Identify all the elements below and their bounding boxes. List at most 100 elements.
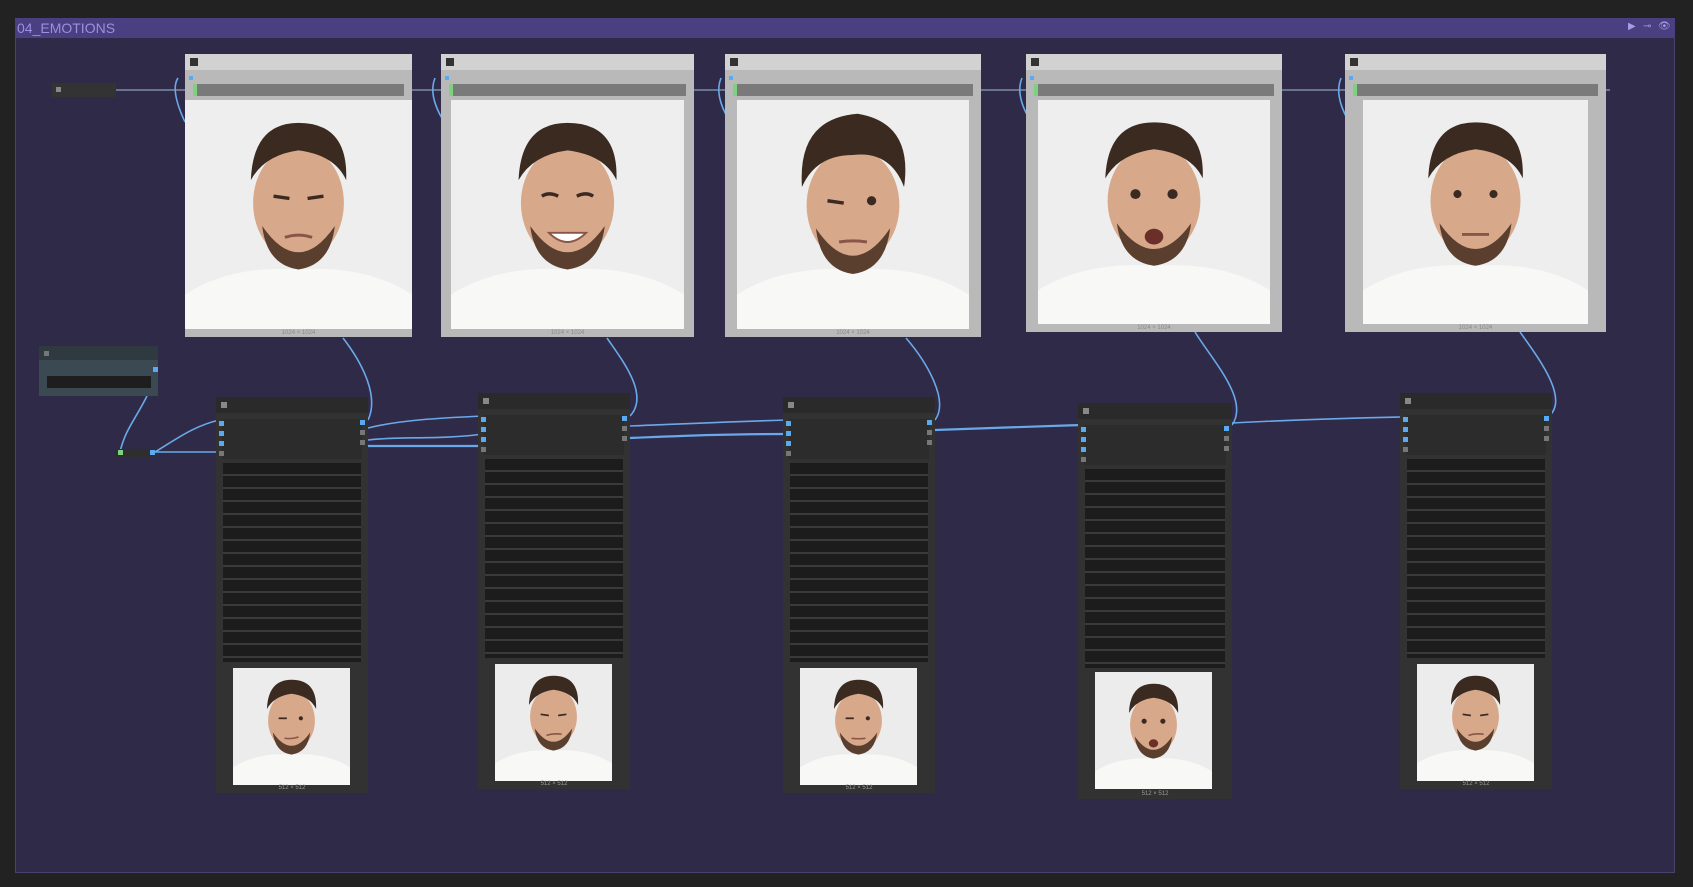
output-slot-icon[interactable] <box>1544 436 1549 441</box>
input-slot-icon[interactable] <box>189 76 193 80</box>
image-input-field[interactable] <box>733 84 973 96</box>
output-slot-icon[interactable] <box>1544 416 1549 421</box>
process-node[interactable]: 512 × 512 <box>478 393 630 789</box>
image-size-label: 1024 × 1024 <box>550 330 585 336</box>
image-input-field[interactable] <box>1353 84 1598 96</box>
node-header[interactable] <box>725 54 981 70</box>
output-thumbnail <box>1095 672 1212 789</box>
node-collapse-icon[interactable] <box>1083 408 1089 414</box>
widget-list[interactable] <box>223 463 361 662</box>
input-slot-icon[interactable] <box>481 437 486 442</box>
node-collapse-icon[interactable] <box>190 58 198 66</box>
output-slot-icon[interactable] <box>153 367 158 372</box>
input-slot-icon[interactable] <box>219 451 224 456</box>
image-size-label: 1024 × 1024 <box>1458 325 1493 331</box>
process-node[interactable]: 512 × 512 <box>216 397 368 793</box>
node-header[interactable] <box>478 393 630 409</box>
input-slot-icon[interactable] <box>481 447 486 452</box>
node-header[interactable] <box>185 54 412 70</box>
input-slot-icon[interactable] <box>118 450 123 455</box>
input-slot-icon[interactable] <box>1081 447 1086 452</box>
node-header[interactable] <box>216 397 368 413</box>
input-slot-icon[interactable] <box>1403 427 1408 432</box>
node-collapse-icon[interactable] <box>1350 58 1358 66</box>
input-slot-icon[interactable] <box>481 417 486 422</box>
output-slot-icon[interactable] <box>622 426 627 431</box>
primitive-node-header <box>39 346 158 360</box>
image-input-field[interactable] <box>449 84 686 96</box>
node-header[interactable] <box>1078 403 1232 419</box>
output-slot-icon[interactable] <box>1224 426 1229 431</box>
preview-image <box>451 100 684 329</box>
node-header[interactable] <box>1345 54 1606 70</box>
node-collapse-icon[interactable] <box>788 402 794 408</box>
output-slot-icon[interactable] <box>622 436 627 441</box>
input-slot-icon[interactable] <box>786 421 791 426</box>
image-size-label: 512 × 512 <box>845 785 873 791</box>
node-collapse-icon[interactable] <box>221 402 227 408</box>
image-size-label: 1024 × 1024 <box>281 330 316 336</box>
output-slot-icon[interactable] <box>360 430 365 435</box>
output-slot-icon[interactable] <box>360 420 365 425</box>
node-inputs <box>484 415 624 455</box>
image-size-label: 512 × 512 <box>278 785 306 791</box>
image-input-field[interactable] <box>1034 84 1274 96</box>
widget-list[interactable] <box>485 459 623 658</box>
input-slot-icon[interactable] <box>219 431 224 436</box>
node-header[interactable] <box>1026 54 1282 70</box>
output-slot-icon[interactable] <box>927 440 932 445</box>
reroute-node[interactable] <box>52 83 116 97</box>
input-slot-icon[interactable] <box>1081 437 1086 442</box>
node-header[interactable] <box>783 397 935 413</box>
input-slot-icon[interactable] <box>445 76 449 80</box>
primitive-value-field[interactable] <box>47 376 151 388</box>
output-slot-icon[interactable] <box>360 440 365 445</box>
input-slot-icon[interactable] <box>729 76 733 80</box>
output-slot-icon[interactable] <box>927 430 932 435</box>
output-slot-icon[interactable] <box>1224 446 1229 451</box>
widget-list[interactable] <box>790 463 928 662</box>
widget-list[interactable] <box>1085 469 1225 668</box>
preview-node[interactable]: 1024 × 1024 <box>185 54 412 337</box>
input-slot-icon[interactable] <box>481 427 486 432</box>
reroute-dot-icon <box>56 87 61 92</box>
preview-node[interactable]: 1024 × 1024 <box>725 54 981 337</box>
node-collapse-icon[interactable] <box>446 58 454 66</box>
input-slot-icon[interactable] <box>219 421 224 426</box>
input-slot-icon[interactable] <box>1403 447 1408 452</box>
widget-list[interactable] <box>1407 459 1545 658</box>
input-slot-icon[interactable] <box>786 441 791 446</box>
node-collapse-icon[interactable] <box>44 351 49 356</box>
output-slot-icon[interactable] <box>927 420 932 425</box>
node-collapse-icon[interactable] <box>1031 58 1039 66</box>
preview-node[interactable]: 1024 × 1024 <box>1345 54 1606 332</box>
node-header[interactable] <box>1400 393 1552 409</box>
process-node[interactable]: 512 × 512 <box>783 397 935 793</box>
input-slot-icon[interactable] <box>786 451 791 456</box>
output-slot-icon[interactable] <box>150 450 155 455</box>
preview-image <box>185 100 412 329</box>
node-collapse-icon[interactable] <box>1405 398 1411 404</box>
output-slot-icon[interactable] <box>1544 426 1549 431</box>
input-slot-icon[interactable] <box>1081 457 1086 462</box>
image-size-label: 512 × 512 <box>1462 781 1490 787</box>
process-node[interactable]: 512 × 512 <box>1078 403 1232 799</box>
image-input-field[interactable] <box>193 84 404 96</box>
input-slot-icon[interactable] <box>1403 417 1408 422</box>
input-slot-icon[interactable] <box>1030 76 1034 80</box>
output-slot-icon[interactable] <box>1224 436 1229 441</box>
output-slot-icon[interactable] <box>622 416 627 421</box>
input-slot-icon[interactable] <box>1349 76 1353 80</box>
preview-node[interactable]: 1024 × 1024 <box>1026 54 1282 332</box>
input-slot-icon[interactable] <box>1403 437 1408 442</box>
node-collapse-icon[interactable] <box>730 58 738 66</box>
output-thumbnail <box>1417 664 1534 781</box>
node-header[interactable] <box>441 54 694 70</box>
preview-node[interactable]: 1024 × 1024 <box>441 54 694 337</box>
node-inputs <box>1406 415 1546 455</box>
input-slot-icon[interactable] <box>219 441 224 446</box>
input-slot-icon[interactable] <box>786 431 791 436</box>
node-collapse-icon[interactable] <box>483 398 489 404</box>
process-node[interactable]: 512 × 512 <box>1400 393 1552 789</box>
input-slot-icon[interactable] <box>1081 427 1086 432</box>
